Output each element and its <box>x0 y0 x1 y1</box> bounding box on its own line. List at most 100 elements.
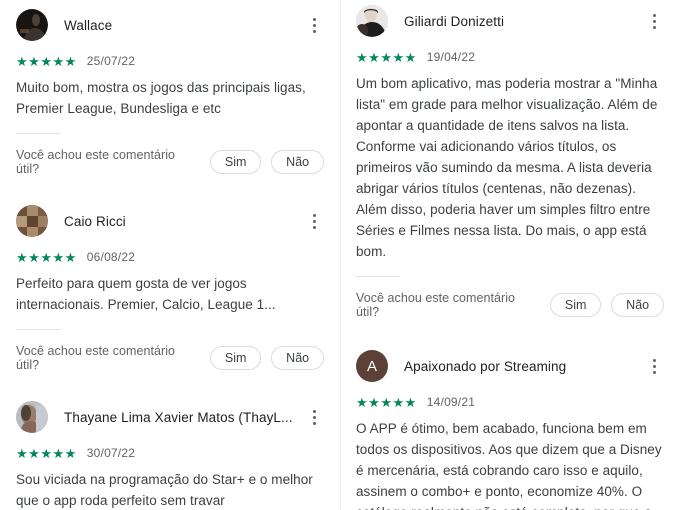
dot <box>312 17 316 21</box>
review-header: Thayane Lima Xavier Matos (ThayL... <box>16 398 324 436</box>
review-header: A Apaixonado por Streaming <box>356 347 664 385</box>
dot <box>312 219 316 223</box>
star-rating: ★ ★ ★ ★ ★ <box>356 51 417 64</box>
star-rating: ★ ★ ★ ★ ★ <box>16 447 77 460</box>
star-icon: ★ <box>404 394 417 410</box>
star-icon: ★ <box>40 249 53 265</box>
review-date: 25/07/22 <box>86 54 136 68</box>
dot <box>312 225 316 229</box>
star-rating: ★ ★ ★ ★ ★ <box>16 251 77 264</box>
dot <box>652 25 656 29</box>
star-icon: ★ <box>16 249 29 265</box>
helpful-no-button[interactable]: Não <box>271 150 324 174</box>
star-icon: ★ <box>368 394 381 410</box>
star-icon: ★ <box>16 53 29 69</box>
dot <box>312 415 316 419</box>
more-vert-icon[interactable] <box>644 352 664 380</box>
dot <box>312 421 316 425</box>
star-icon: ★ <box>28 249 41 265</box>
star-icon: ★ <box>52 445 65 461</box>
helpful-row: Você achou este comentário útil? Sim Não <box>356 291 664 319</box>
dot <box>312 213 316 217</box>
more-vert-icon[interactable] <box>644 7 664 35</box>
dot <box>312 23 316 27</box>
review-card: Thayane Lima Xavier Matos (ThayL... ★ ★ … <box>16 392 324 510</box>
star-icon: ★ <box>380 394 393 410</box>
review-text: Perfeito para quem gosta de ver jogos in… <box>16 276 276 312</box>
star-icon: ★ <box>356 49 369 65</box>
review-card: Wallace ★ ★ ★ ★ ★ 25/07/22 Muito bom, mo… <box>16 0 324 182</box>
helpful-no-button[interactable]: Não <box>611 293 664 317</box>
divider <box>16 329 60 330</box>
avatar <box>16 401 48 433</box>
dot <box>652 358 656 362</box>
star-icon: ★ <box>368 49 381 65</box>
reviews-column-left: Wallace ★ ★ ★ ★ ★ 25/07/22 Muito bom, mo… <box>0 0 340 510</box>
helpful-no-button[interactable]: Não <box>271 346 324 370</box>
helpful-question: Você achou este comentário útil? <box>16 148 176 176</box>
divider <box>16 133 60 134</box>
star-icon: ★ <box>40 445 53 461</box>
reviewer-name: Thayane Lima Xavier Matos (ThayL... <box>64 409 293 425</box>
helpful-yes-button[interactable]: Sim <box>549 293 602 317</box>
star-rating: ★ ★ ★ ★ ★ <box>16 55 77 68</box>
rating-row: ★ ★ ★ ★ ★ 19/04/22 <box>356 48 664 66</box>
helpful-yes-button[interactable]: Sim <box>209 346 262 370</box>
dot <box>652 364 656 368</box>
reviewer-name: Caio Ricci <box>64 213 126 229</box>
star-icon: ★ <box>52 249 65 265</box>
review-card: Giliardi Donizetti ★ ★ ★ ★ ★ 19/04/22 Um… <box>356 0 664 325</box>
star-icon: ★ <box>28 53 41 69</box>
more-vert-icon[interactable] <box>304 207 324 235</box>
more-vert-icon[interactable] <box>304 403 324 431</box>
helpful-row: Você achou este comentário útil? Sim Não <box>16 344 324 372</box>
rating-row: ★ ★ ★ ★ ★ 06/08/22 <box>16 248 324 266</box>
review-date: 30/07/22 <box>86 446 136 460</box>
helpful-question: Você achou este comentário útil? <box>16 344 176 372</box>
dot <box>312 409 316 413</box>
helpful-question: Você achou este comentário útil? <box>356 291 516 319</box>
reviewer-name: Wallace <box>64 17 113 33</box>
divider <box>356 276 400 277</box>
rating-row: ★ ★ ★ ★ ★ 30/07/22 <box>16 444 324 462</box>
dot <box>652 370 656 374</box>
reviews-column-right: Giliardi Donizetti ★ ★ ★ ★ ★ 19/04/22 Um… <box>340 0 680 510</box>
star-icon: ★ <box>404 49 417 65</box>
review-text: Sou viciada na programação do Star+ e o … <box>16 472 313 508</box>
review-card: A Apaixonado por Streaming ★ ★ ★ ★ ★ 14/… <box>356 341 664 510</box>
helpful-yes-button[interactable]: Sim <box>209 150 262 174</box>
avatar-initial: A <box>366 357 377 375</box>
avatar: A <box>356 350 388 382</box>
star-icon: ★ <box>392 49 405 65</box>
review-header: Caio Ricci <box>16 202 324 240</box>
star-rating: ★ ★ ★ ★ ★ <box>356 396 417 409</box>
star-icon: ★ <box>380 49 393 65</box>
review-card: Caio Ricci ★ ★ ★ ★ ★ 06/08/22 Perfeito p… <box>16 196 324 378</box>
dot <box>652 13 656 17</box>
dot <box>312 29 316 33</box>
star-icon: ★ <box>64 249 77 265</box>
helpful-row: Você achou este comentário útil? Sim Não <box>16 148 324 176</box>
review-text: O APP é ótimo, bem acabado, funciona bem… <box>356 421 662 510</box>
review-header: Wallace <box>16 6 324 44</box>
star-icon: ★ <box>16 445 29 461</box>
star-icon: ★ <box>52 53 65 69</box>
more-vert-icon[interactable] <box>304 11 324 39</box>
avatar <box>16 9 48 41</box>
review-header: Giliardi Donizetti <box>356 2 664 40</box>
review-text: Muito bom, mostra os jogos das principai… <box>16 80 306 116</box>
review-date: 19/04/22 <box>426 50 476 64</box>
star-icon: ★ <box>356 394 369 410</box>
reviewer-name: Giliardi Donizetti <box>404 13 505 29</box>
rating-row: ★ ★ ★ ★ ★ 14/09/21 <box>356 393 664 411</box>
reviews-page: Wallace ★ ★ ★ ★ ★ 25/07/22 Muito bom, mo… <box>0 0 680 510</box>
star-icon: ★ <box>64 445 77 461</box>
star-icon: ★ <box>392 394 405 410</box>
reviewer-name: Apaixonado por Streaming <box>404 358 567 374</box>
review-text: Um bom aplicativo, mas poderia mostrar a… <box>356 76 658 259</box>
review-date: 06/08/22 <box>86 250 136 264</box>
dot <box>652 19 656 23</box>
avatar <box>16 205 48 237</box>
review-date: 14/09/21 <box>426 395 476 409</box>
avatar <box>356 5 388 37</box>
